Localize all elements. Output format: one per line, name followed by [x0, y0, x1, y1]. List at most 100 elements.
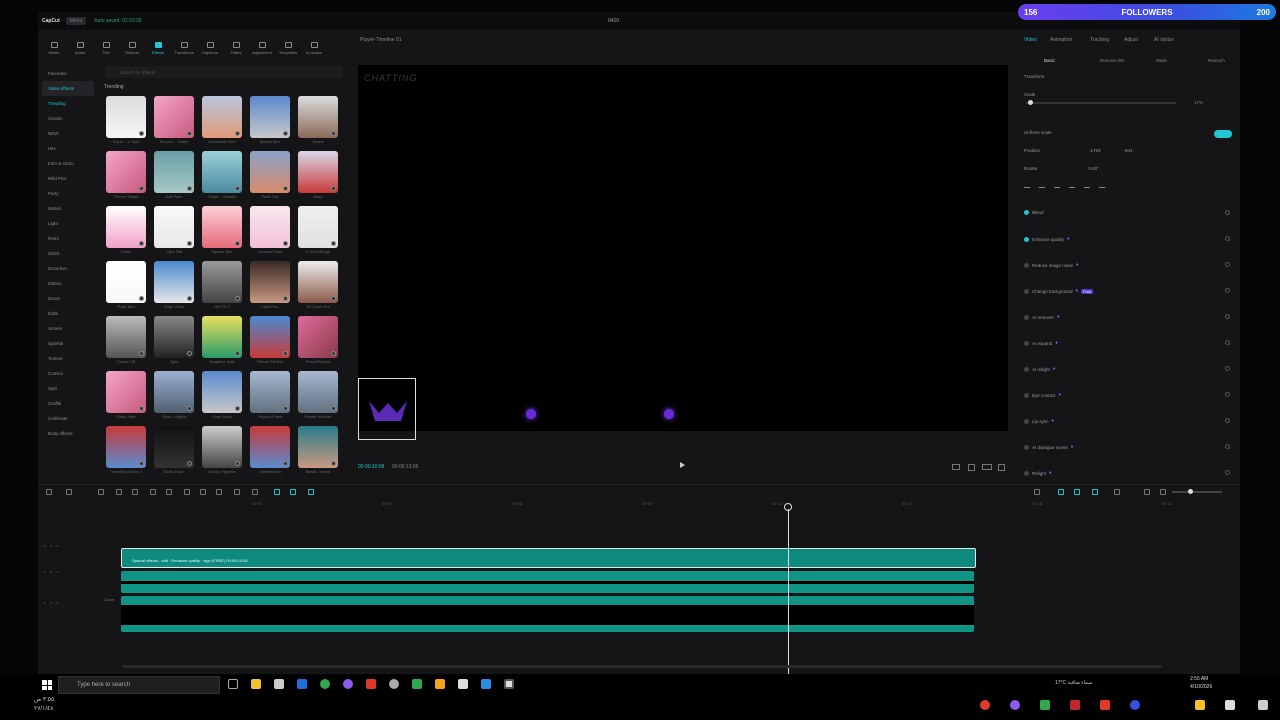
- effect-item[interactable]: 4 Grid Mirage: [294, 206, 342, 256]
- align-icon[interactable]: [1054, 182, 1060, 188]
- download-icon[interactable]: [187, 461, 192, 466]
- audio-icon[interactable]: ▪: [57, 600, 58, 605]
- effect-thumbnail[interactable]: [250, 316, 290, 358]
- ratio-icon[interactable]: [952, 464, 960, 470]
- preview-canvas[interactable]: CHATTING: [358, 65, 1008, 440]
- effect-thumbnail[interactable]: [154, 316, 194, 358]
- download-icon[interactable]: [139, 351, 144, 356]
- timeline-tool-icon[interactable]: [98, 489, 104, 495]
- tray-folder-icon[interactable]: [1195, 700, 1205, 710]
- section-toggle[interactable]: [1024, 262, 1029, 268]
- prop-section[interactable]: AI relight ♦: [1024, 366, 1055, 372]
- effect-item[interactable]: Square Blur: [198, 206, 246, 256]
- download-icon[interactable]: [235, 241, 240, 246]
- zoom-handle[interactable]: [1188, 489, 1193, 494]
- timeline-view-icon[interactable]: [1114, 489, 1120, 495]
- app-icon[interactable]: [481, 679, 491, 689]
- download-icon[interactable]: [187, 351, 192, 356]
- timeline-tool-icon[interactable]: [46, 489, 52, 495]
- fullscreen-icon[interactable]: [998, 464, 1005, 471]
- tray-app-icon[interactable]: [1258, 700, 1268, 710]
- download-icon[interactable]: [187, 406, 192, 411]
- reset-icon[interactable]: [1225, 392, 1230, 397]
- effect-item[interactable]: Beaut...heave: [294, 426, 342, 476]
- effect-item[interactable]: Earth Zoom: [150, 426, 198, 476]
- effect-thumbnail[interactable]: [106, 426, 146, 468]
- download-icon[interactable]: [187, 131, 192, 136]
- timeline-view-icon[interactable]: [1092, 489, 1098, 495]
- timeline-tool-icon[interactable]: [132, 489, 138, 495]
- effect-item[interactable]: Trembling Mirror 2: [102, 426, 150, 476]
- effect-item[interactable]: Spin: [150, 316, 198, 366]
- toolbar-tab-transitions[interactable]: Transitions: [172, 34, 196, 62]
- download-icon[interactable]: [283, 406, 288, 411]
- transform-section[interactable]: Transform: [1024, 74, 1044, 79]
- effect-thumbnail[interactable]: [250, 206, 290, 248]
- xbox-icon[interactable]: [412, 679, 422, 689]
- align-icon[interactable]: [1024, 182, 1030, 188]
- category-item[interactable]: Video effects: [42, 81, 94, 96]
- scale-slider[interactable]: [1026, 100, 1176, 105]
- align-icon[interactable]: [1039, 182, 1045, 188]
- timeline-view-icon[interactable]: [1034, 489, 1040, 495]
- menu-button[interactable]: Menu: [65, 17, 87, 25]
- download-icon[interactable]: [139, 186, 144, 191]
- category-item[interactable]: Screen: [38, 321, 98, 336]
- clock-time[interactable]: 2:55 AM: [1190, 676, 1208, 682]
- effect-thumbnail[interactable]: [250, 426, 290, 468]
- capcut-icon[interactable]: [458, 679, 468, 689]
- lock-icon[interactable]: ▪: [44, 600, 45, 605]
- align-icon[interactable]: [1069, 182, 1075, 188]
- timeline-tool-icon[interactable]: [252, 489, 258, 495]
- download-icon[interactable]: [139, 241, 144, 246]
- download-icon[interactable]: [235, 351, 240, 356]
- taskbar-search[interactable]: Type here to search: [58, 676, 220, 694]
- download-icon[interactable]: [331, 296, 336, 301]
- effect-item[interactable]: Negative Split: [198, 316, 246, 366]
- uniform-scale-toggle[interactable]: [1214, 130, 1232, 138]
- category-item[interactable]: NEW: [38, 126, 98, 141]
- effect-item[interactable]: Camera Flash: [246, 206, 294, 256]
- prop-subtab[interactable]: Mask: [1156, 58, 1167, 63]
- prop-section[interactable]: Change background ♦ Free: [1024, 288, 1094, 294]
- effect-item[interactable]: 3D Zoom Pro: [294, 261, 342, 311]
- prop-tab-ai-stylize[interactable]: AI stylize: [1154, 37, 1174, 43]
- download-icon[interactable]: [235, 131, 240, 136]
- audio-icon[interactable]: ▪: [57, 569, 58, 574]
- download-icon[interactable]: [235, 186, 240, 191]
- store-icon[interactable]: [274, 679, 284, 689]
- app-icon[interactable]: [389, 679, 399, 689]
- prop-section[interactable]: Reduce image noise ♦: [1024, 262, 1079, 268]
- effect-thumbnail[interactable]: [298, 206, 338, 248]
- category-item[interactable]: Hits: [38, 141, 98, 156]
- category-item[interactable]: Party: [38, 186, 98, 201]
- effect-item[interactable]: Rotate Window: [294, 371, 342, 421]
- playhead[interactable]: [788, 509, 789, 674]
- effect-thumbnail[interactable]: [298, 261, 338, 303]
- active-app-icon[interactable]: [504, 679, 514, 689]
- brave-icon[interactable]: [366, 679, 376, 689]
- zoom-slider[interactable]: [1172, 489, 1222, 494]
- effect-item[interactable]: Flash Jitter: [102, 371, 150, 421]
- category-item[interactable]: Edits: [38, 306, 98, 321]
- timeline-tool-icon[interactable]: [308, 489, 314, 495]
- download-icon[interactable]: [331, 351, 336, 356]
- align-icon[interactable]: [1099, 182, 1105, 188]
- effect-thumbnail[interactable]: [154, 371, 194, 413]
- effect-item[interactable]: Light Fall: [150, 206, 198, 256]
- download-icon[interactable]: [331, 131, 336, 136]
- effect-thumbnail[interactable]: [250, 96, 290, 138]
- main-video-clip[interactable]: upscale(1).mov 00:00:13:06: [121, 596, 974, 632]
- lock-icon[interactable]: ▪: [44, 569, 45, 574]
- effect-thumbnail[interactable]: [154, 206, 194, 248]
- effect-thumbnail[interactable]: [154, 261, 194, 303]
- download-icon[interactable]: [283, 461, 288, 466]
- category-item[interactable]: Body effects: [38, 426, 98, 441]
- prop-section[interactable]: Lip sync ♦: [1024, 418, 1054, 424]
- category-item[interactable]: Wild Pics: [38, 171, 98, 186]
- overlay-clip[interactable]: 00:00:13:06: [121, 571, 974, 593]
- category-item[interactable]: Glitch: [38, 246, 98, 261]
- task-view-icon[interactable]: [228, 679, 238, 689]
- category-item[interactable]: Classic: [38, 111, 98, 126]
- toolbar-tab-templates[interactable]: Templates: [276, 34, 300, 62]
